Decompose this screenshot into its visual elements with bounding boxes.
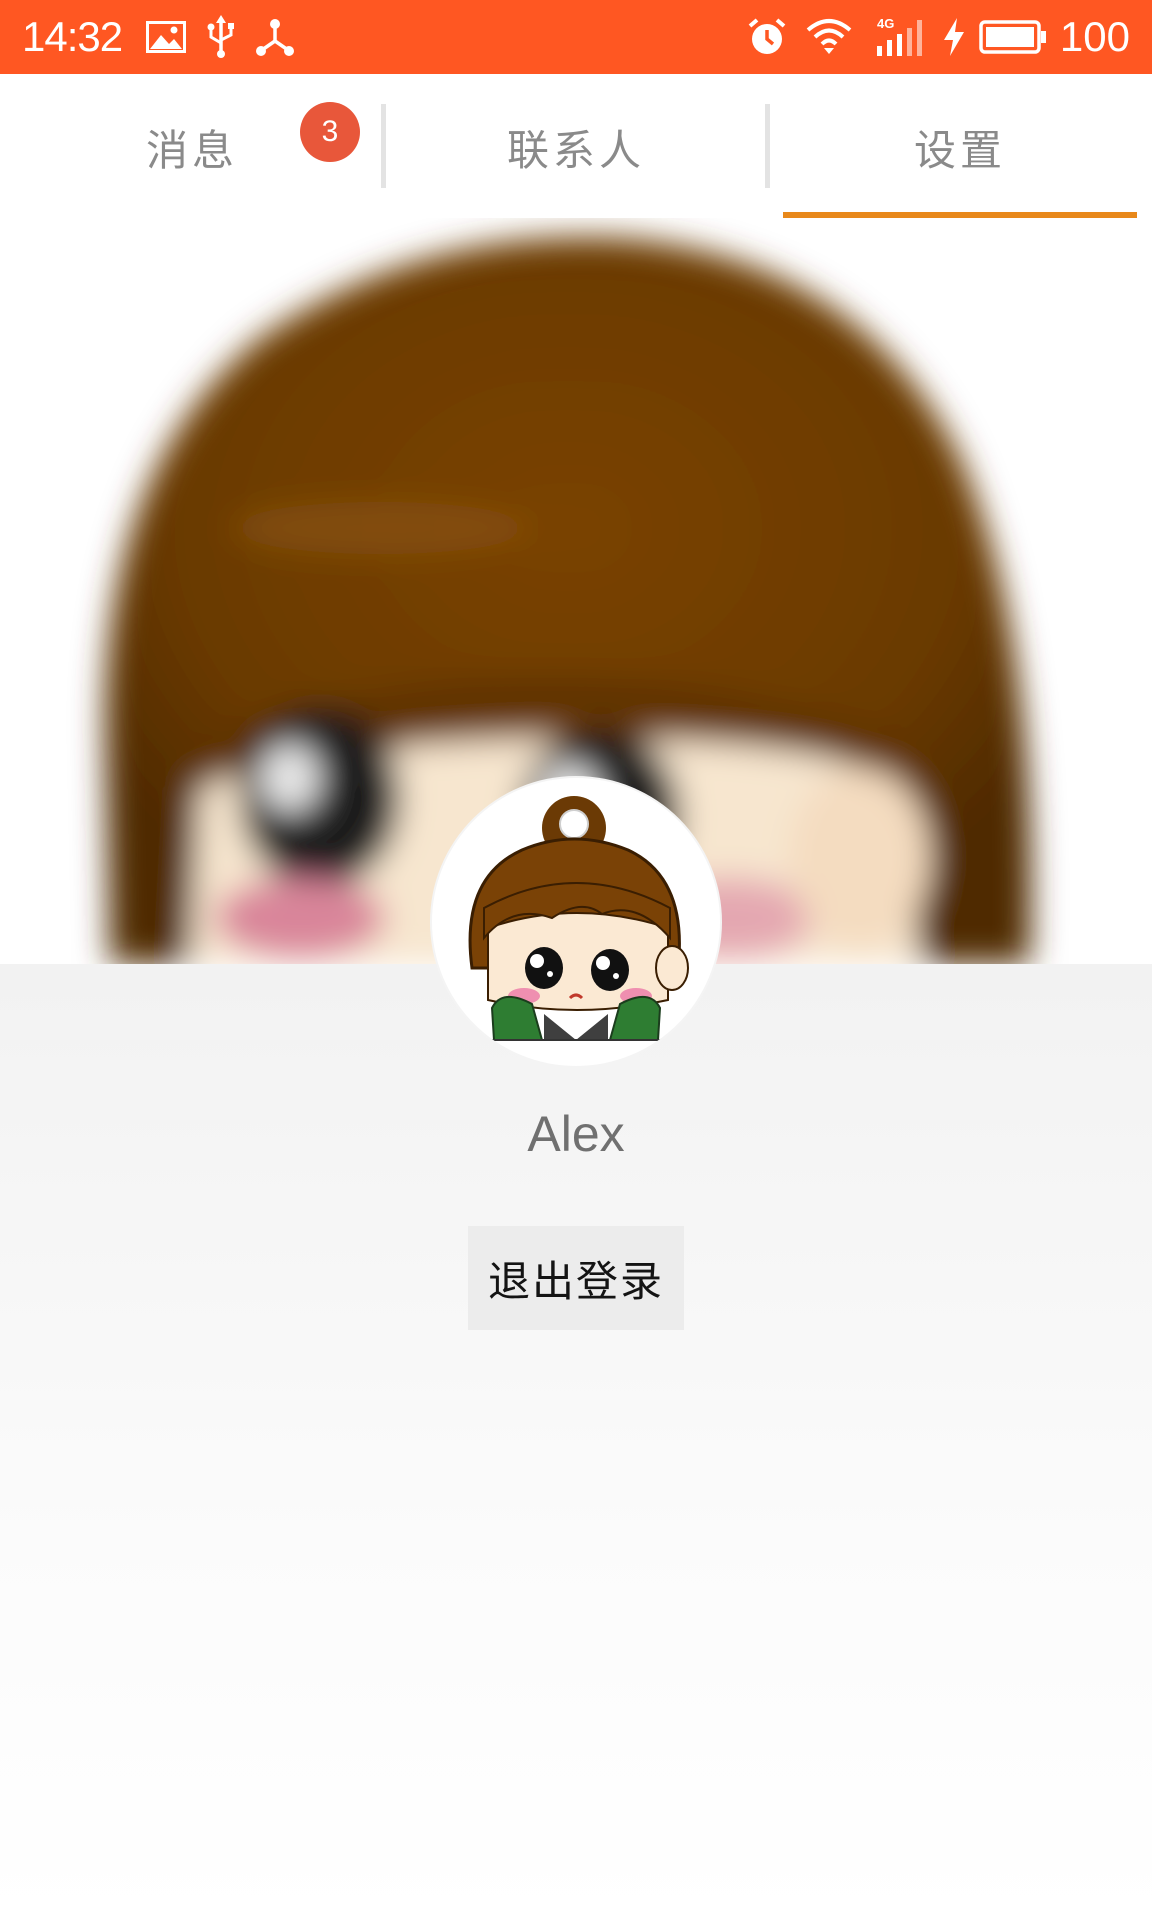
user-name: Alex	[527, 1106, 625, 1162]
logout-button[interactable]: 退出登录	[468, 1226, 684, 1330]
tab-contacts-label: 联系人	[506, 125, 645, 175]
svg-text:4G: 4G	[877, 16, 894, 31]
tab-contacts[interactable]: 联系人	[384, 74, 768, 218]
status-time: 14:32	[22, 13, 123, 60]
tab-settings[interactable]: 设置	[768, 74, 1152, 218]
tab-messages-label: 消息	[145, 125, 238, 175]
battery-percentage: 100	[1059, 13, 1130, 60]
tab-messages[interactable]: 消息 3	[0, 74, 384, 218]
unread-badge: 3	[300, 102, 360, 162]
usb-icon	[204, 0, 238, 74]
signal-4g-icon: 4G	[872, 0, 926, 74]
share-icon	[254, 0, 296, 74]
battery-icon	[978, 0, 1048, 74]
charging-icon	[940, 0, 968, 74]
wifi-icon	[804, 0, 854, 74]
tab-settings-label: 设置	[913, 125, 1006, 175]
avatar[interactable]	[432, 778, 720, 1066]
status-bar: 14:32 4G 100	[0, 0, 1152, 74]
alarm-icon	[746, 0, 788, 74]
gallery-icon	[144, 0, 188, 74]
tab-bar: 消息 3 联系人 设置	[0, 74, 1152, 218]
